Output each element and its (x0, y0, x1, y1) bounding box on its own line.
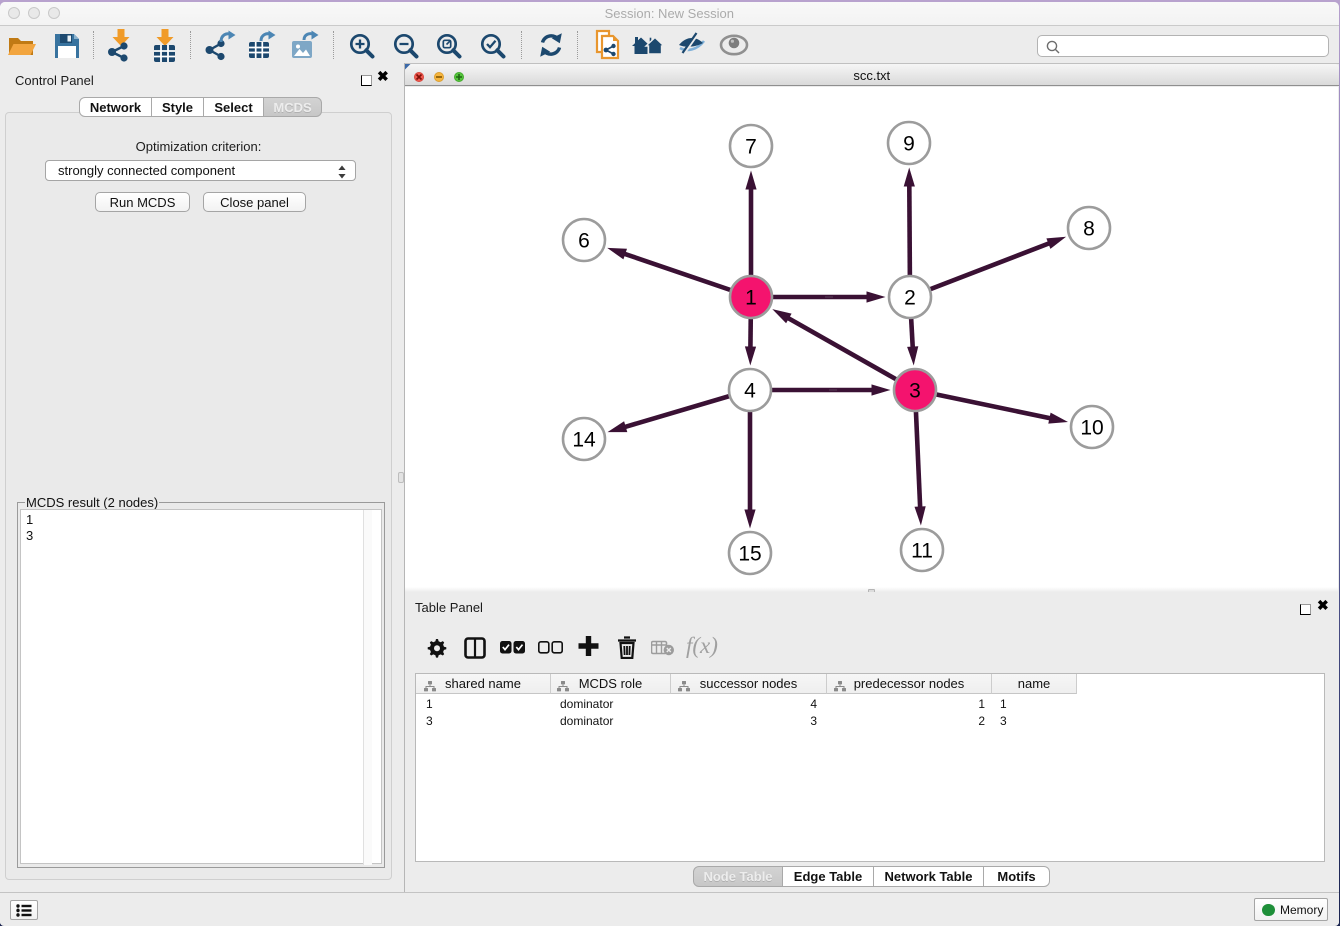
svg-text:3: 3 (909, 380, 921, 403)
svg-text:2: 2 (904, 287, 916, 310)
svg-text:10: 10 (1080, 417, 1103, 440)
svg-text:11: 11 (911, 540, 933, 563)
svg-text:15: 15 (738, 543, 761, 566)
svg-text:6: 6 (578, 230, 590, 253)
svg-text:1: 1 (745, 287, 757, 310)
svg-text:4: 4 (744, 380, 756, 403)
svg-text:14: 14 (572, 429, 596, 452)
svg-text:8: 8 (1083, 218, 1095, 241)
svg-text:7: 7 (745, 136, 757, 159)
svg-text:9: 9 (903, 133, 915, 156)
